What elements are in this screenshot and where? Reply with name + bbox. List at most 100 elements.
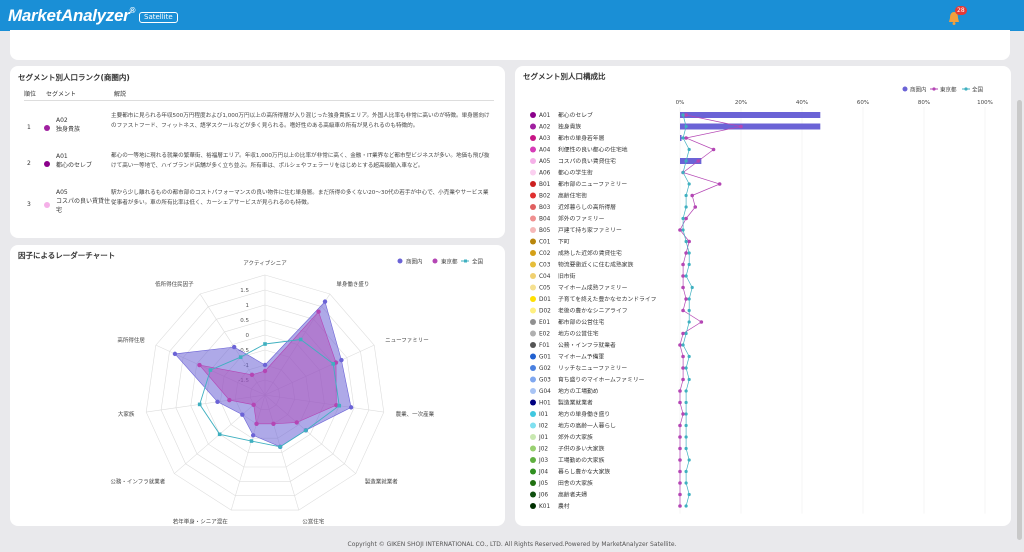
tokyo-point (684, 251, 688, 255)
segment-name: 田舎の大家族 (558, 479, 593, 487)
segment-name: 高齢住宅街 (558, 192, 587, 200)
national-point (684, 239, 688, 244)
segment-color-dot (530, 342, 536, 348)
segment-color-dot (530, 307, 536, 314)
radar-tick-label: 0 (246, 333, 250, 339)
segment-bar (680, 112, 821, 118)
national-point (684, 274, 688, 278)
segment-color-dot (530, 480, 536, 486)
segment-name: 農村 (558, 502, 570, 510)
tokyo-point (681, 354, 685, 359)
segment-code: A06 (539, 171, 551, 177)
national-point (687, 147, 691, 152)
segment-name: 下町 (558, 239, 570, 246)
segment-code: A02 (56, 117, 68, 124)
segment-code: A04 (539, 148, 551, 154)
legend-swatch (464, 259, 467, 263)
segment-color-dot (530, 250, 536, 256)
segment-code: I02 (539, 424, 548, 430)
segment-code: F01 (539, 343, 550, 349)
radar-axis-label: 単身働き盛り (336, 280, 369, 288)
segment-name: 都市部の公営住宅 (558, 318, 605, 326)
segment-color-dot (530, 330, 536, 337)
app-logo[interactable]: MarketAnalyzer® (8, 6, 135, 26)
national-point (684, 205, 688, 209)
radar-tick-label: 1.5 (240, 288, 249, 294)
registered-mark: ® (129, 6, 136, 15)
radar-point (331, 362, 336, 366)
national-point (687, 354, 691, 359)
segment-name: 戸建て持ち家ファミリー (558, 226, 622, 234)
national-point (681, 136, 685, 140)
radar-axis-label: ニューファミリー (385, 337, 429, 344)
radar-axis-label: 製造業就業者 (365, 477, 399, 485)
segment-code: B02 (539, 194, 551, 200)
national-point (684, 412, 688, 416)
segment-code: G03 (539, 378, 551, 384)
national-point (687, 262, 691, 267)
tokyo-point (678, 481, 682, 485)
segment-name: 郊外のファミリー (558, 215, 605, 223)
notification-count-badge: 28 (955, 6, 967, 15)
legend-label: 商圏内 (910, 86, 927, 94)
tokyo-point (678, 389, 682, 393)
segment-name: 工場勤めの大家族 (558, 456, 605, 464)
radar-title: 因子によるレーダーチャート (18, 250, 115, 260)
segment-color-dot (530, 238, 536, 245)
tokyo-point (681, 262, 685, 267)
tokyo-point (678, 400, 682, 405)
segment-color-dot (530, 261, 536, 268)
segment-color-dot (530, 123, 536, 130)
axis-tick-label: 0% (676, 100, 685, 106)
segment-name: 公務・インフラ就業者 (558, 341, 616, 349)
national-point (684, 400, 688, 405)
ranking-card: セグメント別人口ランク(商圏内) 順位 セグメント 解説 1 A02 独身貴族 … (10, 66, 505, 238)
tokyo-point (681, 308, 685, 313)
segment-name: 地方の高齢一人暮らし (558, 422, 616, 430)
segment-code: H01 (539, 401, 551, 407)
segment-code: A01 (56, 153, 68, 160)
tokyo-point (681, 366, 685, 370)
app-name: MarketAnalyzer (8, 6, 130, 25)
radar-point (322, 299, 328, 304)
national-point (687, 308, 691, 313)
segment-bar (680, 135, 682, 141)
tokyo-point (717, 182, 722, 186)
top-navigation-bar: MarketAnalyzer® Satellite 28 (0, 0, 1024, 31)
page-scrollbar[interactable] (1017, 100, 1022, 540)
tokyo-point (681, 285, 685, 290)
national-point (687, 458, 691, 462)
tokyo-point (678, 343, 682, 347)
legend-label: 東京都 (940, 86, 957, 94)
segment-code: A03 (539, 136, 551, 142)
segment-code: G02 (539, 366, 551, 372)
legend-swatch (932, 87, 936, 91)
legend-label: 商圏内 (406, 258, 423, 266)
segment-color-dot (530, 135, 536, 141)
national-point (687, 251, 691, 255)
radar-axis-label: 農業、一次産業 (396, 410, 435, 418)
segment-color-dot (530, 146, 536, 153)
segment-code: A01 (539, 113, 551, 119)
national-point (687, 297, 691, 301)
tokyo-point (693, 205, 698, 209)
segment-code: G04 (539, 389, 551, 395)
segment-color-dot (530, 457, 536, 463)
radar-axis-label: 大家族 (118, 410, 135, 418)
segment-name: 暮らし豊かな大家族 (558, 468, 610, 476)
rank-number: 1 (27, 124, 31, 131)
segment-color-dot (530, 422, 536, 429)
segment-name: 都心の学生街 (558, 169, 593, 177)
legend-swatch (432, 258, 438, 264)
segment-code: K01 (539, 504, 550, 510)
segment-name: 地方の公営住宅 (558, 330, 599, 338)
rank-number: 3 (27, 201, 31, 208)
tokyo-point (684, 136, 688, 140)
ranking-row: 3 A05 コスパの良い賃貸住宅 駅から少し離れるものの都市部のコストパフォーマ… (24, 189, 494, 219)
tokyo-point (684, 297, 688, 301)
national-point (684, 446, 688, 451)
axis-tick-label: 40% (796, 100, 808, 106)
national-point (684, 423, 688, 428)
segment-name: コスパの良い賃貸住宅 (558, 157, 616, 165)
col-rank: 順位 (24, 91, 37, 98)
